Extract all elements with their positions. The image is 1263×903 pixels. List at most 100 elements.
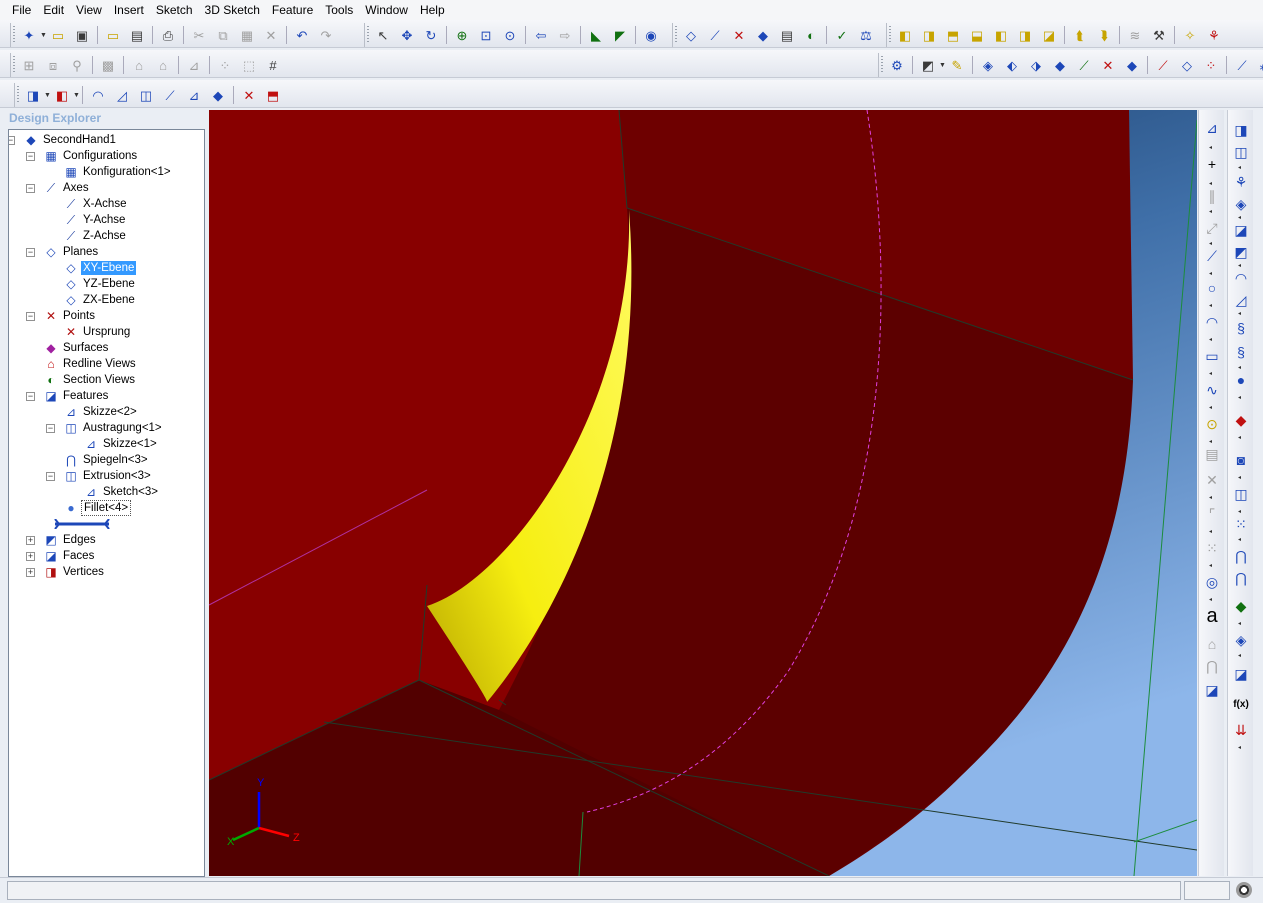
- expand-icon[interactable]: +: [26, 568, 35, 577]
- dimension-icon[interactable]: ⊿: [1201, 118, 1223, 138]
- filter-planes-icon[interactable]: ◇: [1176, 54, 1198, 76]
- tree-item[interactable]: ⟋ Y-Achse: [63, 212, 127, 228]
- zoom-in-icon[interactable]: ⊕: [451, 24, 473, 46]
- tree-item[interactable]: ⌂ Redline Views: [43, 356, 138, 372]
- collapse-icon[interactable]: −: [26, 248, 35, 257]
- dropdown-icon[interactable]: ◂: [1238, 474, 1241, 481]
- tree-item[interactable]: ◫ Extrusion<3>: [63, 468, 153, 484]
- zoom-window-icon[interactable]: ⊡: [475, 24, 497, 46]
- assembly-icon[interactable]: ⚙: [886, 54, 908, 76]
- tree-item[interactable]: ◇ XY-Ebene: [63, 260, 137, 276]
- pattern-icon[interactable]: ⁙: [1201, 538, 1223, 558]
- tree-item[interactable]: ◇ YZ-Ebene: [63, 276, 137, 292]
- measure-icon[interactable]: ⤢: [1201, 218, 1223, 238]
- view-bottom-icon[interactable]: ⬓: [966, 24, 988, 46]
- filter-sketch-icon[interactable]: ⟋: [1073, 54, 1095, 76]
- rotate-icon[interactable]: ↻: [420, 24, 442, 46]
- dropdown-icon[interactable]: ◂: [1238, 394, 1241, 401]
- axis-icon[interactable]: ⟋: [704, 24, 726, 46]
- menu-3d-sketch[interactable]: 3D Sketch: [199, 1, 266, 19]
- fillet-feature-icon[interactable]: ◠: [1230, 268, 1252, 288]
- dropdown-icon[interactable]: ◂: [1238, 434, 1241, 441]
- draft-feature-icon[interactable]: ◫: [1230, 484, 1252, 504]
- tree-item[interactable]: ⊿ Skizze<1>: [83, 436, 159, 452]
- surface-feature-icon[interactable]: ◈: [1230, 630, 1252, 650]
- smart-icon[interactable]: ◤: [609, 24, 631, 46]
- text-icon[interactable]: a: [1201, 605, 1223, 627]
- view-iso-icon[interactable]: ◪: [1038, 24, 1060, 46]
- boolean-icon[interactable]: ◆: [1230, 410, 1252, 430]
- point-icon[interactable]: ✕: [728, 24, 750, 46]
- filter-axes-icon[interactable]: ⟋: [1152, 54, 1174, 76]
- tools-icon[interactable]: ⚒: [1148, 24, 1170, 46]
- origin-icon[interactable]: ⚘: [1203, 24, 1225, 46]
- dropdown-icon[interactable]: ◂: [1209, 270, 1212, 277]
- sketch-point-icon[interactable]: ⊙: [1201, 414, 1223, 434]
- dropdown-icon[interactable]: ◂: [1238, 620, 1241, 627]
- new-dropdown-icon[interactable]: ▼: [40, 32, 47, 39]
- collapse-icon[interactable]: −: [26, 152, 35, 161]
- mirror-sketch-icon[interactable]: ⋂: [1201, 656, 1223, 676]
- menu-help[interactable]: Help: [414, 1, 451, 19]
- shell-icon[interactable]: ◫: [135, 84, 157, 106]
- display-mode-dropdown-icon[interactable]: ▼: [939, 62, 946, 69]
- menu-edit[interactable]: Edit: [37, 1, 70, 19]
- dropdown-icon[interactable]: ◂: [1209, 596, 1212, 603]
- parallel-icon[interactable]: ∥: [1201, 186, 1223, 206]
- normal-to-icon[interactable]: ⮬: [1069, 24, 1091, 46]
- tree-item[interactable]: ◇ ZX-Ebene: [63, 292, 137, 308]
- sphere-icon[interactable]: ●: [1230, 370, 1252, 390]
- layer-icon[interactable]: ⧈: [42, 54, 64, 76]
- menu-feature[interactable]: Feature: [266, 1, 319, 19]
- cut-icon[interactable]: ✂: [188, 24, 210, 46]
- dropdown-icon[interactable]: ◂: [1209, 404, 1212, 411]
- dropdown-icon[interactable]: ◂: [1238, 652, 1241, 659]
- dropdown-icon[interactable]: ◂: [1209, 528, 1212, 535]
- new-icon[interactable]: ✦: [18, 24, 40, 46]
- view-back-icon[interactable]: ◨: [918, 24, 940, 46]
- save-as-icon[interactable]: ▤: [126, 24, 148, 46]
- dropdown-icon[interactable]: ◂: [1209, 302, 1212, 309]
- tree-item[interactable]: ◪ Faces: [43, 548, 96, 564]
- tree-item[interactable]: ◐ Section Views: [43, 372, 137, 388]
- pan-icon[interactable]: ✥: [396, 24, 418, 46]
- profile-icon[interactable]: ⌂: [128, 54, 150, 76]
- undo-icon[interactable]: ↶: [291, 24, 313, 46]
- profile-edit-icon[interactable]: ⌂: [152, 54, 174, 76]
- filter-origin-icon[interactable]: ⁘: [1200, 54, 1222, 76]
- filter-faces-icon[interactable]: ◈: [977, 54, 999, 76]
- collapse-icon[interactable]: −: [46, 424, 55, 433]
- next-view-icon[interactable]: ⇨: [554, 24, 576, 46]
- tree-item[interactable]: ◪ Features: [43, 388, 110, 404]
- tree-item[interactable]: ◆ Surfaces: [43, 340, 110, 356]
- dropdown-icon[interactable]: ◂: [1238, 536, 1241, 543]
- mirror-feature-icon[interactable]: ◆: [207, 84, 229, 106]
- delete-icon[interactable]: ✕: [260, 24, 282, 46]
- mass-properties-icon[interactable]: ⚖: [855, 24, 877, 46]
- draft-icon[interactable]: ⟋: [159, 84, 181, 106]
- view-front-icon[interactable]: ◧: [894, 24, 916, 46]
- expand-icon[interactable]: +: [26, 552, 35, 561]
- filter-surfaces-icon[interactable]: ◆: [1121, 54, 1143, 76]
- assembly-feature-icon[interactable]: ◆: [1230, 596, 1252, 616]
- extrude-icon[interactable]: ◨: [22, 84, 44, 106]
- surface-icon[interactable]: ◆: [752, 24, 774, 46]
- copy-icon[interactable]: ⧉: [212, 24, 234, 46]
- plane-icon[interactable]: ◇: [680, 24, 702, 46]
- table-icon[interactable]: ▤: [776, 24, 798, 46]
- tree-item[interactable]: ✕ Ursprung: [63, 324, 132, 340]
- collapse-icon[interactable]: −: [26, 392, 35, 401]
- rib-icon[interactable]: ⊿: [183, 84, 205, 106]
- tree-item[interactable]: ⋂ Spiegeln<3>: [63, 452, 150, 468]
- expand-icon[interactable]: +: [26, 536, 35, 545]
- keyboard-icon[interactable]: ▤: [1201, 444, 1223, 464]
- tree-item[interactable]: ◆ SecondHand1: [23, 132, 118, 148]
- tree-item[interactable]: ✕ Points: [43, 308, 97, 324]
- filter-curves-icon[interactable]: ⟋: [1231, 54, 1253, 76]
- cut-dropdown-icon[interactable]: ▼: [73, 92, 80, 99]
- thread-icon[interactable]: §: [1230, 342, 1252, 362]
- dropdown-icon[interactable]: ◂: [1209, 370, 1212, 377]
- revolve-icon[interactable]: ⚘: [1230, 172, 1252, 192]
- dropdown-icon[interactable]: ◂: [1238, 164, 1241, 171]
- grid-on-icon[interactable]: ⊞: [18, 54, 40, 76]
